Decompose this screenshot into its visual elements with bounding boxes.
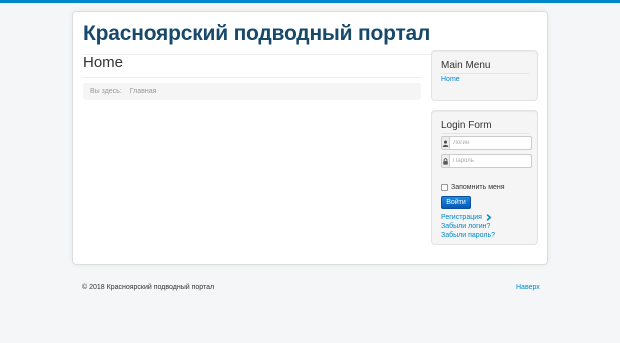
breadcrumb-prefix: Вы здесь:: [90, 88, 122, 95]
main-menu-title: Main Menu: [441, 60, 491, 71]
password-group: [441, 154, 532, 168]
main-menu-divider: [441, 73, 529, 74]
chevron-right-icon: [486, 214, 492, 221]
username-input[interactable]: [449, 136, 532, 150]
page-container: Красноярский подводный портал Home Вы зд…: [72, 11, 548, 265]
site-title[interactable]: Красноярский подводный портал: [83, 22, 430, 46]
remember-me[interactable]: Запомнить меня: [441, 184, 505, 191]
footer-copyright: © 2018 Красноярский подводный портал: [82, 284, 215, 291]
login-button[interactable]: Войти: [441, 196, 471, 209]
user-icon: [441, 136, 449, 150]
login-form-title: Login Form: [441, 120, 492, 131]
login-form-module: Login Form Запомнить меня Войти Регистра…: [431, 110, 538, 245]
top-accent-bar: [0, 0, 620, 3]
register-link-label: Регистрация: [441, 214, 482, 221]
main-menu-module: Main Menu Home: [431, 50, 538, 101]
login-form-divider: [441, 133, 529, 134]
breadcrumb: Вы здесь: Главная: [83, 83, 421, 100]
back-to-top-link[interactable]: Наверх: [516, 284, 540, 291]
menu-item-home[interactable]: Home: [441, 76, 460, 83]
title-divider: [83, 77, 421, 78]
username-group: [441, 136, 532, 150]
remember-me-label: Запомнить меня: [451, 184, 505, 191]
remember-me-checkbox[interactable]: [441, 184, 448, 191]
forgot-login-link[interactable]: Забыли логин?: [441, 223, 490, 230]
register-link[interactable]: Регистрация: [441, 214, 492, 221]
password-input[interactable]: [449, 154, 532, 168]
breadcrumb-current: Главная: [129, 88, 157, 95]
forgot-password-link[interactable]: Забыли пароль?: [441, 232, 495, 239]
page-title: Home: [83, 54, 124, 71]
lock-icon: [441, 154, 449, 168]
